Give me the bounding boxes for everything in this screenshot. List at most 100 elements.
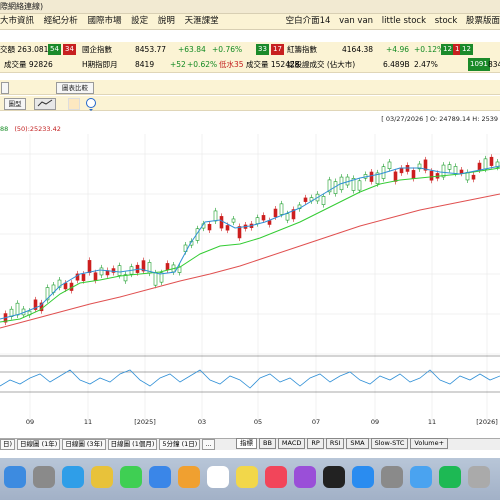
price-chart[interactable]: 09 11 [2025] 03 05 07 09 11 [2026]	[0, 134, 500, 436]
menu-item-help[interactable]: 說明	[158, 16, 175, 26]
candle-body	[429, 170, 434, 181]
settings-icon[interactable]	[381, 466, 403, 488]
timeframe-tab-more[interactable]: ...	[202, 439, 215, 450]
preview-icon[interactable]	[410, 466, 432, 488]
indicator-tab-rp[interactable]: RP	[307, 438, 324, 449]
trash-icon[interactable]	[468, 466, 490, 488]
dropdown-circle-icon[interactable]	[86, 98, 96, 111]
indicator-select[interactable]: 指標	[236, 438, 257, 449]
red-x-badge: 12	[460, 44, 473, 55]
podcasts-icon[interactable]	[294, 466, 316, 488]
photos-icon[interactable]	[178, 466, 200, 488]
candle-body	[267, 220, 272, 225]
timeframe-tab-3y[interactable]: 日線圖 (3年)	[62, 439, 106, 450]
candle-body	[225, 225, 230, 231]
layout-van-van[interactable]: van van	[339, 16, 373, 26]
candle-body	[15, 302, 20, 316]
timeframe-tab-1m[interactable]: 日線圖 (1個月)	[107, 439, 158, 450]
calendar-icon[interactable]	[207, 466, 229, 488]
indicator-tab-volume[interactable]: Volume+	[410, 438, 449, 449]
x-tick-label: 11	[84, 418, 92, 426]
timeframe-tab[interactable]: 日)	[0, 439, 16, 450]
x-tick-label: 09	[26, 418, 34, 426]
layout-blank-14[interactable]: 空白介面14	[286, 16, 331, 26]
candle-body	[219, 216, 224, 229]
indicator-panel	[0, 355, 500, 393]
messages-icon[interactable]	[120, 466, 142, 488]
finder-icon[interactable]	[4, 466, 26, 488]
timeframe-tab-5min[interactable]: 5分鐘 (1日)	[159, 439, 201, 450]
mail-icon[interactable]	[149, 466, 171, 488]
ohlc-readout: [ 03/27/2026 ] O: 24789.14 H: 2539	[381, 115, 498, 123]
spotify-icon[interactable]	[439, 466, 461, 488]
hscei-value: 8453.77	[135, 45, 167, 54]
candle-body	[393, 171, 398, 182]
color-swatch[interactable]	[68, 98, 80, 110]
ma-mid-line	[0, 167, 500, 323]
launchpad-icon[interactable]	[33, 466, 55, 488]
h-futures-name[interactable]: H期指即月	[82, 57, 118, 72]
hscei-name[interactable]: 國企指數	[82, 42, 112, 57]
indicator-tab-macd[interactable]: MACD	[277, 438, 306, 449]
indicator-tab-sma[interactable]: SMA	[346, 438, 369, 449]
discount-label: 低水35	[219, 60, 244, 69]
candle-body	[357, 180, 362, 191]
menu-item-broker-analysis[interactable]: 經紀分析	[44, 16, 78, 26]
layout-little-stock[interactable]: little stock	[382, 16, 426, 26]
candle-body	[369, 171, 374, 182]
indicator-tab-slow-stc[interactable]: Slow-STC	[370, 438, 409, 449]
candlesticks	[3, 154, 500, 326]
notes-icon[interactable]	[236, 466, 258, 488]
menu-item-market-info[interactable]: 大市資訊	[0, 16, 34, 26]
indicator-tab-bb[interactable]: BB	[259, 438, 276, 449]
indicator-tab-rsi[interactable]: RSI	[325, 438, 345, 449]
menu-item-international[interactable]: 國際市場	[87, 16, 121, 26]
candle-body	[99, 267, 104, 276]
toolbar-small-button[interactable]	[1, 82, 9, 94]
h-futures-value: 8419	[135, 60, 155, 69]
line-style-icon[interactable]	[34, 98, 56, 110]
candle-body	[93, 272, 98, 281]
layout-stock-page[interactable]: 股票版面	[466, 16, 500, 26]
menu-item-settings[interactable]: 設定	[131, 16, 148, 26]
menu-item-classroom[interactable]: 天滙課堂	[185, 16, 219, 26]
menu-bar: 大市資訊 經紀分析 國際市場 設定 說明 天滙課堂 空白介面14 van van…	[0, 14, 500, 30]
music-icon[interactable]	[265, 466, 287, 488]
chart-type-button[interactable]: 圖型	[4, 98, 26, 110]
big-green-box: 1091	[468, 58, 490, 71]
red-up-badge: 12	[441, 44, 454, 55]
candle-body	[303, 197, 308, 202]
timeframe-tab-1y[interactable]: 日線圖 (1年)	[17, 439, 61, 450]
candle-body	[411, 170, 416, 179]
red-chip-name[interactable]: 紅籌指數	[287, 42, 317, 57]
indicator-line	[0, 369, 500, 389]
warrant-turnover-name[interactable]: 認股證成交 (佔大市)	[287, 57, 355, 72]
indicator-tabs: 指標 BB MACD RP RSI SMA Slow-STC Volume+	[236, 438, 450, 449]
candle-body	[117, 265, 122, 276]
candle-body	[81, 273, 86, 281]
x-tick-label: 09	[371, 418, 379, 426]
candle-body	[471, 174, 476, 180]
appstore-icon[interactable]	[352, 466, 374, 488]
layout-stock[interactable]: stock	[435, 16, 458, 26]
red-chip-pct: +0.12%	[414, 45, 445, 54]
x-tick-label: [2026]	[476, 418, 498, 426]
down-count-badge: 34	[63, 44, 76, 55]
x-tick-label: 05	[254, 418, 262, 426]
chrome-icon[interactable]	[91, 466, 113, 488]
volume-text: 成交量 92826	[4, 60, 53, 69]
h-futures-change: +52	[170, 60, 186, 69]
hscei-down-badge: 17	[271, 44, 284, 55]
candle-body	[213, 210, 218, 222]
ma-legend: 88 (50):25233.42	[0, 124, 61, 134]
ticker-row-2: 成交量 92826 H期指即月 8419 +52 +0.62% 低水35 成交量…	[0, 57, 500, 73]
hscei-change: +63.84	[178, 45, 206, 54]
warrant-turnover-pct: 2.47%	[414, 60, 438, 69]
chart-toolbar-1: 圖表比較	[0, 80, 500, 95]
safari-icon[interactable]	[62, 466, 84, 488]
x-tick-label: 07	[312, 418, 320, 426]
compare-chart-button[interactable]: 圖表比較	[56, 82, 94, 94]
candle-body	[279, 203, 284, 215]
tv-icon[interactable]	[323, 466, 345, 488]
candle-body	[399, 167, 404, 174]
